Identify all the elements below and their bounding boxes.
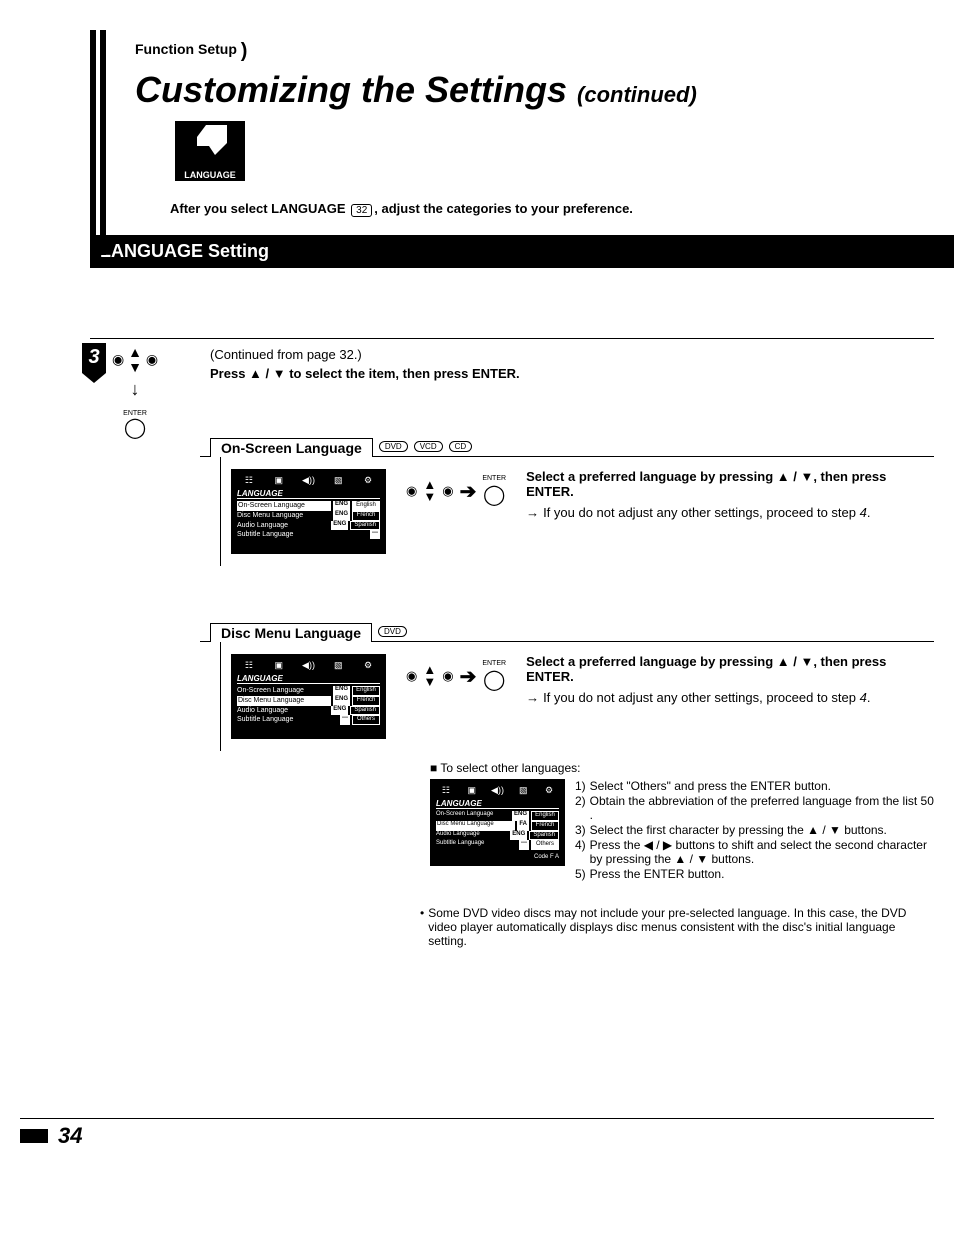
on-screen-menu-mock: ☷▣◀))▧⚙ LANGUAGE On-Screen LanguageENGEn… [231, 469, 386, 554]
disc-menu-instruction: Select a preferred language by pressing … [526, 654, 934, 684]
page-number: 34 [58, 1123, 82, 1149]
nav-diagram: ◉ ▲▼ ◉ ➔ ENTER◯ [406, 475, 506, 507]
on-screen-language-heading: On-Screen Language [210, 438, 373, 457]
other-language-steps: 1)Select "Others" and press the ENTER bu… [575, 779, 934, 882]
disc-menu-note: → If you do not adjust any other setting… [526, 690, 934, 705]
footnote: • Some DVD video discs may not include y… [420, 906, 934, 948]
disc-menu-mock: ☷▣◀))▧⚙ LANGUAGE On-Screen LanguageENGEn… [231, 654, 386, 739]
on-screen-note: → If you do not adjust any other setting… [526, 505, 934, 520]
disc-tag-dvd-2: DVD [378, 626, 407, 637]
disc-tag-dvd: DVD [379, 441, 408, 452]
page-title: Customizing the Settings (continued) [135, 69, 934, 111]
breadcrumb: Function Setup ) [135, 40, 247, 63]
decorative-bar-1 [90, 30, 96, 255]
disc-tag-cd: CD [449, 441, 473, 452]
step-instruction: Press ▲ / ▼ to select the item, then pre… [210, 366, 934, 381]
other-lang-menu-mock: ☷▣◀))▧⚙ LANGUAGE On-Screen LanguageENGEn… [430, 779, 565, 866]
step-number: 3 [82, 343, 106, 373]
disc-tag-vcd: VCD [414, 441, 443, 452]
nav-diagram-2: ◉ ▲▼ ◉ ➔ ENTER◯ [406, 660, 506, 692]
continued-from: (Continued from page 32.) [210, 347, 934, 362]
page-footer: 34 [20, 1118, 934, 1149]
other-languages-title: To select other languages: [430, 761, 934, 775]
on-screen-instruction: Select a preferred language by pressing … [526, 469, 934, 499]
control-diagram: ◉ ▲▼ ◉ ↓ ENTER ◯ [112, 345, 158, 439]
language-icon: LANGUAGE [175, 121, 245, 181]
disc-menu-language-heading: Disc Menu Language [210, 623, 372, 642]
decorative-bar-2 [100, 30, 106, 255]
section-band: LANGUAGE Setting [90, 235, 954, 268]
intro-text: After you select LANGUAGE 32, adjust the… [170, 201, 934, 217]
